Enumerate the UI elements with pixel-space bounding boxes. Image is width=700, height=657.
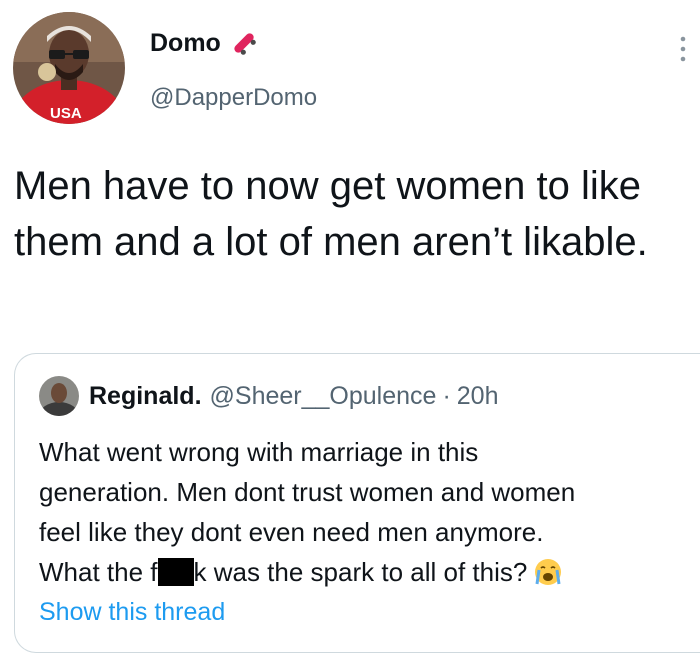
quoted-avatar-photo bbox=[39, 376, 79, 416]
loudly-crying-face-icon bbox=[535, 559, 562, 585]
quoted-text-line-last: What the f k was the spark to all of this… bbox=[39, 552, 689, 592]
quoted-tweet-text: What went wrong with marriage in this ge… bbox=[39, 432, 689, 592]
quoted-text-after-censor: k was the spark to all of this? bbox=[193, 557, 528, 587]
avatar-photo: USA bbox=[13, 12, 125, 124]
quoted-text-line: generation. Men dont trust women and wom… bbox=[39, 477, 576, 507]
author-handle[interactable]: @DapperDomo bbox=[150, 84, 317, 112]
show-thread-link[interactable]: Show this thread bbox=[39, 598, 225, 627]
more-vertical-icon[interactable] bbox=[676, 34, 690, 64]
quoted-timestamp: 20h bbox=[456, 381, 499, 410]
separator-dot: · bbox=[442, 381, 451, 410]
tweet-text: Men have to now get women to like them a… bbox=[14, 164, 648, 264]
avatar-shirt-text: USA bbox=[50, 105, 82, 122]
quoted-author-name: Reginald. bbox=[89, 381, 202, 410]
author-name-row: Domo bbox=[150, 28, 259, 58]
quoted-text-before-censor: What the f bbox=[39, 557, 158, 587]
quoted-text-line: feel like they dont even need men anymor… bbox=[39, 517, 544, 547]
quoted-author-handle: @Sheer__Opulence bbox=[209, 381, 437, 410]
author-name[interactable]: Domo bbox=[150, 29, 221, 58]
author-avatar[interactable]: USA bbox=[13, 12, 125, 124]
quoted-tweet-header: Reginald. @Sheer__Opulence · 20h bbox=[39, 376, 498, 416]
quoted-author-avatar bbox=[39, 376, 79, 416]
quoted-text-line: What went wrong with marriage in this bbox=[39, 437, 479, 467]
tweet-header: USA Domo @DapperDomo bbox=[0, 0, 700, 140]
skateboard-icon bbox=[234, 33, 256, 55]
quoted-tweet-card[interactable]: Reginald. @Sheer__Opulence · 20h What we… bbox=[14, 353, 700, 653]
censor-bar bbox=[157, 558, 194, 586]
